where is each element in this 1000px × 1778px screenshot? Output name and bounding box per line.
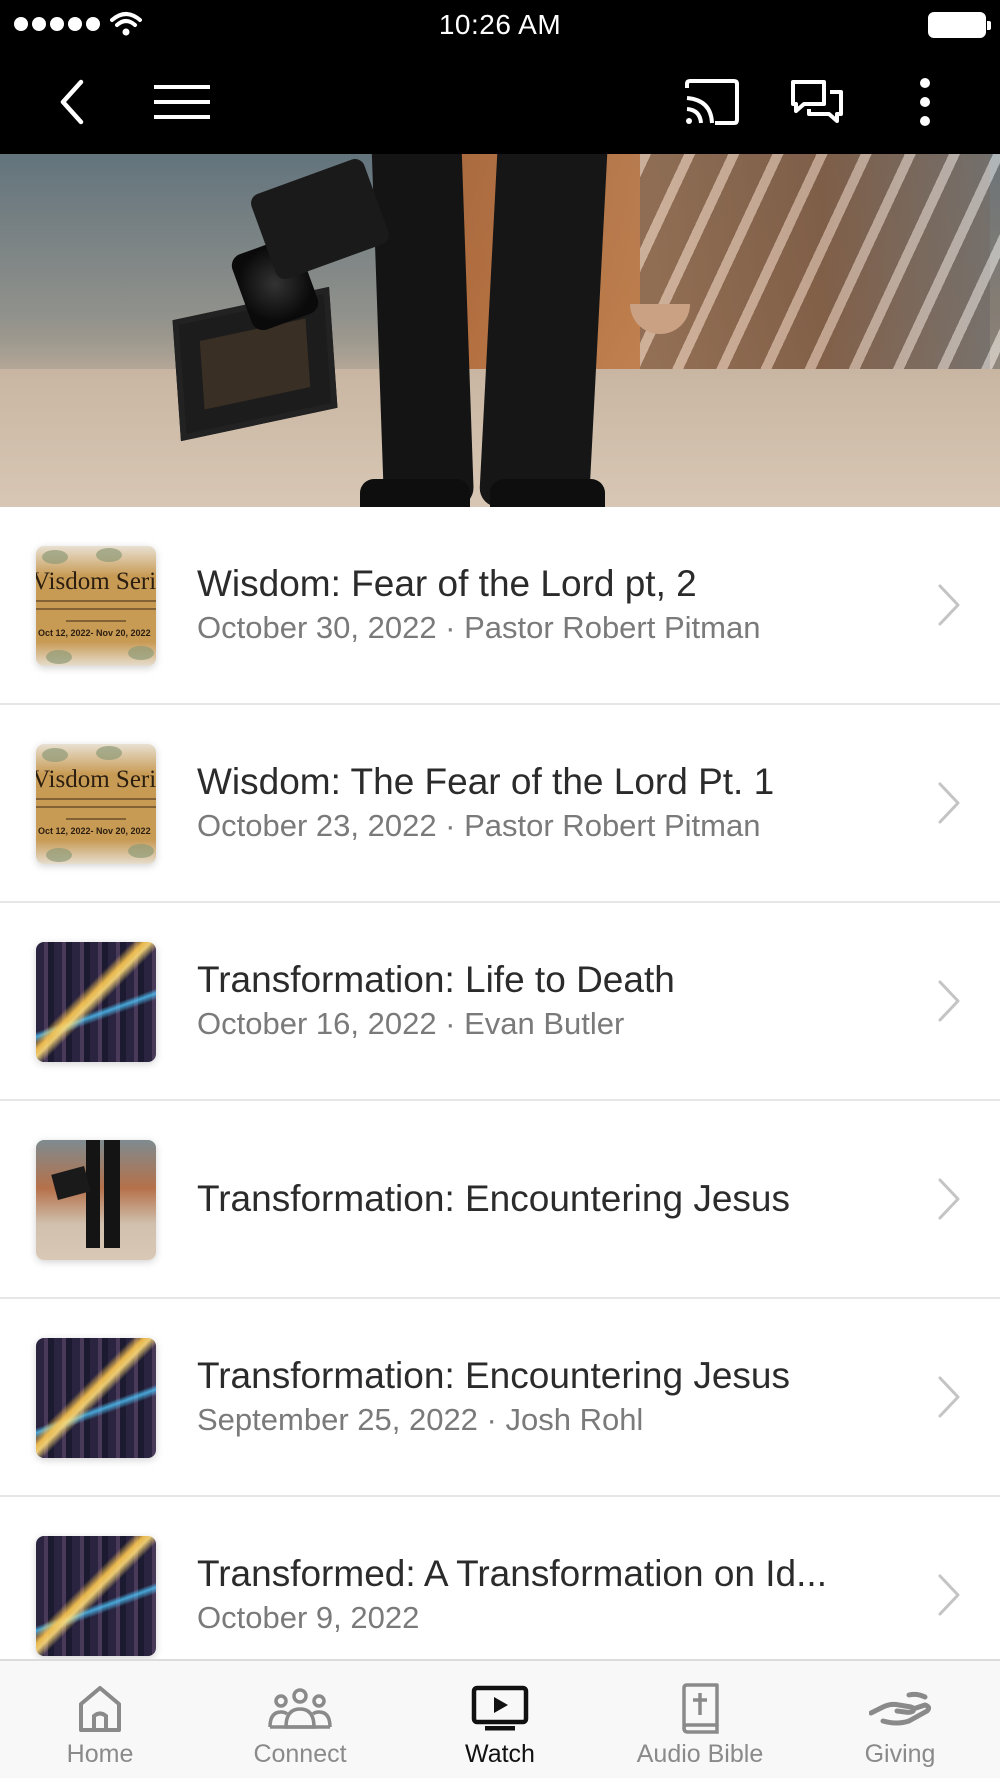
sermon-title: Transformation: Life to Death (197, 959, 675, 1000)
sermon-title: Transformation: Encountering Jesus (197, 1355, 790, 1396)
sermon-thumbnail: Visdom Seri Oct 12, 2022- Nov 20, 2022 (36, 546, 156, 666)
sermon-subtitle: October 9, 2022 (197, 1600, 420, 1635)
sermon-list-item[interactable]: Transformation: Life to Death October 16… (0, 903, 1000, 1101)
hamburger-icon (154, 85, 210, 119)
tab-label: Audio Bible (636, 1740, 764, 1768)
tab-connect[interactable]: Connect (200, 1661, 400, 1778)
status-time: 10:26 AM (438, 9, 562, 40)
sermon-thumbnail: Visdom Seri Oct 12, 2022- Nov 20, 2022 (36, 744, 156, 864)
sermon-list-item[interactable]: Transformation: Encountering Jesus Septe… (0, 1299, 1000, 1497)
menu-button[interactable] (150, 72, 214, 132)
back-button[interactable] (40, 72, 104, 132)
cast-button[interactable] (680, 72, 744, 132)
sermon-title: Wisdom: The Fear of the Lord Pt. 1 (197, 761, 775, 802)
sermon-title: Transformation: Encountering Jesus (197, 1178, 790, 1219)
sermon-list-item[interactable]: Transformation: Encountering Jesus (0, 1101, 1000, 1299)
sermon-subtitle: September 25, 2022 · Josh Rohl (197, 1402, 644, 1437)
sermon-thumbnail (36, 1140, 156, 1260)
more-options-button[interactable] (893, 72, 957, 132)
sermon-thumbnail (36, 942, 156, 1062)
chevron-right-icon (938, 584, 960, 626)
status-bar: 10:26 AM (0, 0, 1000, 50)
home-icon (79, 1686, 121, 1732)
tab-label: Giving (864, 1740, 936, 1768)
chevron-right-icon (938, 1376, 960, 1418)
tab-giving[interactable]: Giving (800, 1661, 1000, 1778)
chat-button[interactable] (785, 72, 849, 132)
tab-home[interactable]: Home (0, 1661, 200, 1778)
tab-audio-bible[interactable]: Audio Bible (600, 1661, 800, 1778)
tab-label: Home (66, 1740, 134, 1768)
top-nav-bar (0, 50, 1000, 154)
sermon-list-item[interactable]: Visdom Seri Oct 12, 2022- Nov 20, 2022 W… (0, 507, 1000, 705)
sermon-thumbnail (36, 1338, 156, 1458)
hero-image (0, 154, 1000, 507)
chevron-right-icon (938, 980, 960, 1022)
battery-icon (928, 12, 991, 38)
chevron-right-icon (938, 1178, 960, 1220)
sermon-list: Visdom Seri Oct 12, 2022- Nov 20, 2022 W… (0, 507, 1000, 1695)
giving-hand-icon (869, 1691, 931, 1726)
bottom-tab-bar: Home Connect Watch Audio Bible Giving (0, 1659, 1000, 1778)
sermon-title: Transformed: A Transformation on Id... (197, 1553, 827, 1594)
sermon-list-item[interactable]: Visdom Seri Oct 12, 2022- Nov 20, 2022 W… (0, 705, 1000, 903)
tv-play-icon (471, 1685, 529, 1731)
chevron-left-icon (60, 79, 84, 125)
tab-watch[interactable]: Watch (400, 1661, 600, 1778)
people-icon (268, 1688, 332, 1729)
tab-label: Watch (465, 1740, 535, 1768)
more-vertical-icon (920, 78, 930, 126)
sermon-subtitle: October 30, 2022 · Pastor Robert Pitman (197, 610, 761, 645)
cast-icon (685, 79, 739, 125)
bible-icon (682, 1683, 719, 1734)
sermon-subtitle: October 23, 2022 · Pastor Robert Pitman (197, 808, 761, 843)
sermon-thumbnail (36, 1536, 156, 1656)
sermon-title: Wisdom: Fear of the Lord pt, 2 (197, 563, 697, 604)
chevron-right-icon (938, 782, 960, 824)
chat-icon (791, 80, 843, 123)
tab-label: Connect (253, 1740, 347, 1768)
chevron-right-icon (938, 1574, 960, 1616)
sermon-subtitle: October 16, 2022 · Evan Butler (197, 1006, 625, 1041)
